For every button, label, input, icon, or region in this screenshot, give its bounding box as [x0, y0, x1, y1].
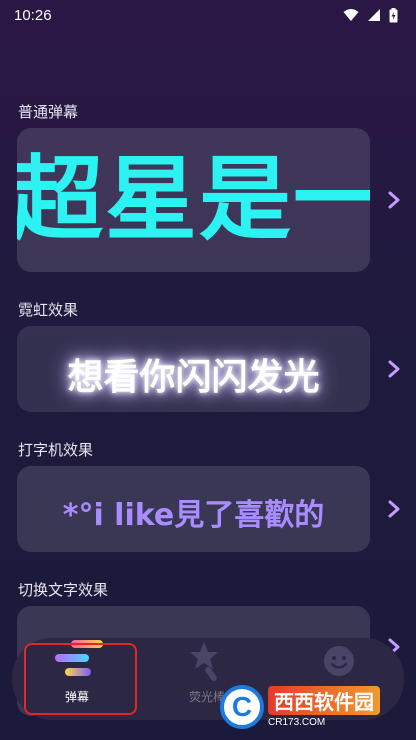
card-typewriter-effect[interactable]: *°i like見了喜歡的	[17, 466, 370, 552]
battery-icon	[389, 7, 398, 22]
normal-barrage-preview: 超星是一场	[17, 146, 370, 253]
status-icons	[343, 7, 398, 23]
typewriter-preview: *°i like見了喜歡的	[62, 498, 325, 533]
section-label-switch: 切换文字效果	[18, 581, 109, 599]
chevron-right-icon[interactable]	[386, 359, 402, 379]
section-label-normal: 普通弹幕	[18, 103, 79, 121]
watermark-sub: CR173.COM	[268, 717, 326, 728]
section-label-neon: 霓虹效果	[18, 301, 79, 319]
glow-stick-icon	[190, 642, 218, 682]
watermark-logo-icon: C	[220, 685, 264, 729]
chevron-right-icon[interactable]	[386, 190, 402, 210]
neon-preview: 想看你闪闪发光	[67, 357, 320, 398]
status-bar: 10:26	[0, 0, 416, 30]
selected-tab-highlight	[24, 643, 137, 715]
smiley-icon	[324, 646, 354, 676]
status-time: 10:26	[14, 6, 52, 24]
section-label-typewriter: 打字机效果	[18, 441, 94, 459]
card-neon-effect[interactable]: 想看你闪闪发光	[17, 326, 370, 412]
signal-icon	[368, 9, 380, 21]
chevron-right-icon[interactable]	[386, 499, 402, 519]
card-normal-barrage[interactable]: 超星是一场	[17, 128, 370, 272]
site-watermark: C 西西软件园 CR173.COM	[220, 684, 410, 730]
watermark-title: 西西软件园	[268, 686, 380, 715]
wifi-icon	[343, 9, 359, 21]
